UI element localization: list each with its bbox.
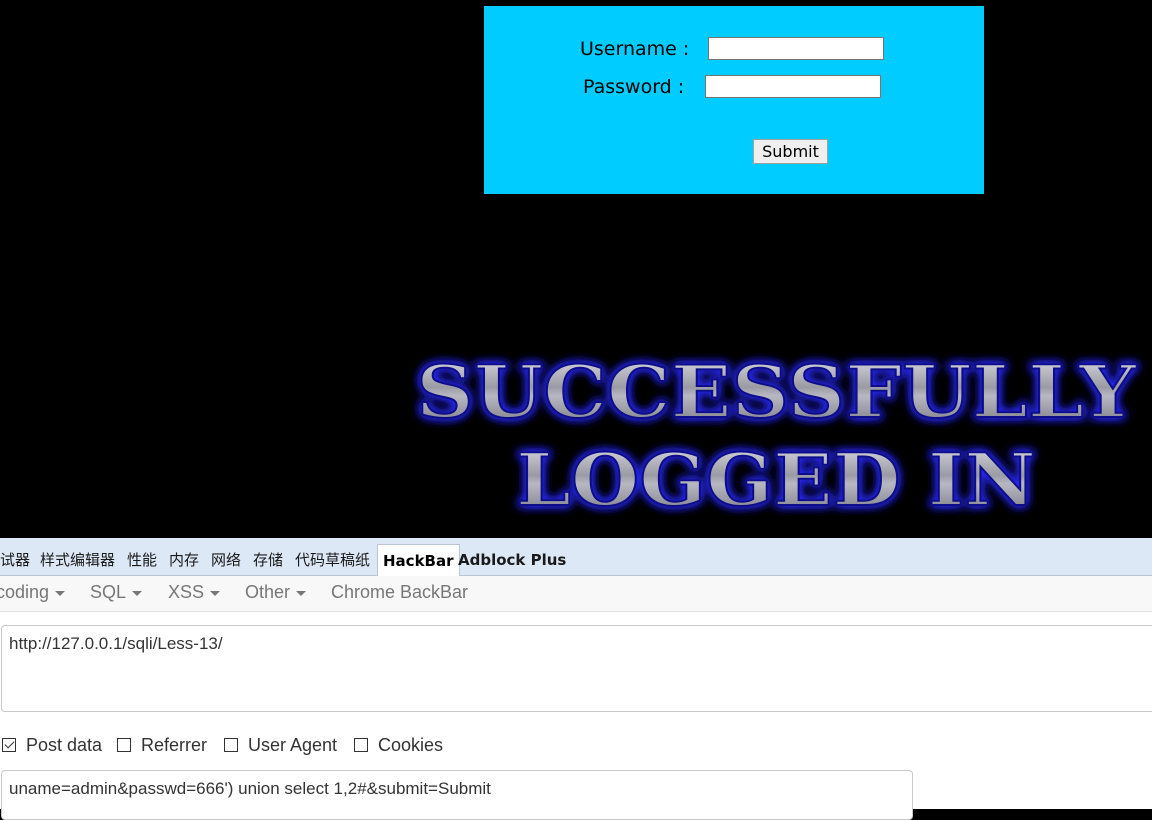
hackbar-menu: coding SQL XSS Other Chrome BackBar [0,576,1152,612]
post-data-input[interactable]: uname=admin&passwd=666') union select 1,… [1,770,913,820]
tab-performance[interactable]: 性能 [127,544,157,576]
menu-encoding[interactable]: coding [0,576,66,611]
tab-debugger[interactable]: 试器 [0,544,30,576]
referrer-label: Referrer [141,735,208,755]
menu-sql-label: SQL [90,582,127,602]
menu-chrome-backbar[interactable]: Chrome BackBar [331,576,468,611]
tab-hackbar[interactable]: HackBar [377,544,460,576]
user-agent-checkbox[interactable] [224,738,238,752]
cookies-label: Cookies [378,735,444,755]
web-page: Username : Password : Submit SUCCESSFULL… [0,0,1152,538]
menu-sql[interactable]: SQL [90,576,143,611]
menu-other[interactable]: Other [245,576,307,611]
submit-button[interactable]: Submit [753,139,828,164]
tab-adblock-plus[interactable]: Adblock Plus [458,544,566,576]
login-form: Username : Password : Submit [484,6,984,194]
chevron-down-icon [55,590,66,596]
devtools-tabbar: 试器 样式编辑器 性能 内存 网络 存储 代码草稿纸 HackBar Adblo… [0,538,1152,576]
success-banner: SUCCESSFULLY LOGGED IN [415,348,1139,523]
tab-storage[interactable]: 存储 [253,544,283,576]
tab-style-editor[interactable]: 样式编辑器 [40,544,115,576]
banner-line-1: SUCCESSFULLY [416,349,1138,434]
password-label: Password : [583,76,685,98]
option-cookies[interactable]: Cookies [354,734,443,756]
option-referrer[interactable]: Referrer [117,734,207,756]
cookies-checkbox[interactable] [354,738,368,752]
menu-encoding-label: coding [0,582,50,602]
user-agent-label: User Agent [248,735,338,755]
post-data-checkbox[interactable] [2,738,16,752]
option-user-agent[interactable]: User Agent [224,734,337,756]
post-data-label: Post data [26,735,103,755]
menu-other-label: Other [245,582,291,602]
chevron-down-icon [296,590,307,596]
tab-network[interactable]: 网络 [211,544,241,576]
chevron-down-icon [132,590,143,596]
referrer-checkbox[interactable] [117,738,131,752]
menu-xss[interactable]: XSS [168,576,221,611]
menu-xss-label: XSS [168,582,205,602]
tab-scratchpad[interactable]: 代码草稿纸 [295,544,370,576]
devtools-panel: 试器 样式编辑器 性能 内存 网络 存储 代码草稿纸 HackBar Adblo… [0,538,1152,820]
banner-line-2: LOGGED IN [516,437,1036,522]
option-post-data[interactable]: Post data [2,734,102,756]
url-input[interactable]: http://127.0.0.1/sqli/Less-13/ [1,625,1152,712]
chevron-down-icon [210,590,221,596]
username-label: Username : [580,38,690,60]
tab-memory[interactable]: 内存 [169,544,199,576]
password-input[interactable] [705,75,881,98]
username-input[interactable] [708,37,884,60]
